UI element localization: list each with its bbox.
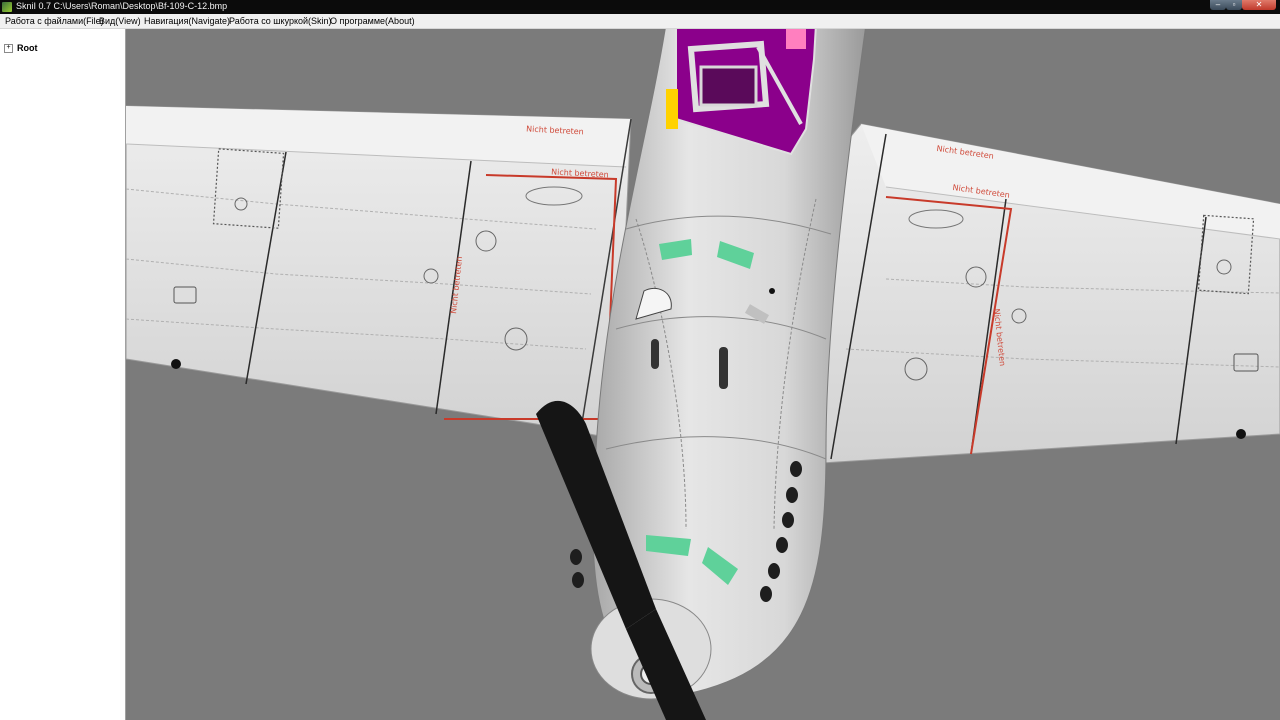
- tree-node-root[interactable]: + Root: [4, 42, 38, 54]
- app-icon: [2, 2, 12, 12]
- expand-icon[interactable]: +: [4, 43, 13, 53]
- menu-view[interactable]: Вид(View): [99, 16, 141, 26]
- menu-navigate[interactable]: Навигация(Navigate): [144, 16, 230, 26]
- menu-skin[interactable]: Работа со шкуркой(Skin): [229, 16, 332, 26]
- tree-panel: + Root: [0, 29, 126, 720]
- tree-node-root-label[interactable]: Root: [17, 43, 38, 53]
- menu-file[interactable]: Работа с файлами(File): [5, 16, 104, 26]
- minimize-button[interactable]: –: [1210, 0, 1226, 10]
- right-wing: Nicht betreten Nicht betreten Nicht betr…: [805, 123, 1280, 465]
- menu-bar: Работа с файлами(File) Вид(View) Навигац…: [0, 14, 1280, 29]
- window-title: SkniI 0.7 C:\Users\Roman\Desktop\Bf-109-…: [16, 1, 228, 11]
- title-bar: SkniI 0.7 C:\Users\Roman\Desktop\Bf-109-…: [0, 0, 1280, 14]
- aircraft-render: Nicht betreten Nicht betreten Nicht betr…: [126, 29, 1280, 720]
- left-wing: Nicht betreten Nicht betreten Nicht betr…: [126, 105, 632, 440]
- menu-about[interactable]: О программе(About): [330, 16, 415, 26]
- maximize-button[interactable]: ▫: [1226, 0, 1242, 10]
- close-button[interactable]: ✕: [1242, 0, 1276, 10]
- 3d-viewport[interactable]: Nicht betreten Nicht betreten Nicht betr…: [126, 29, 1280, 720]
